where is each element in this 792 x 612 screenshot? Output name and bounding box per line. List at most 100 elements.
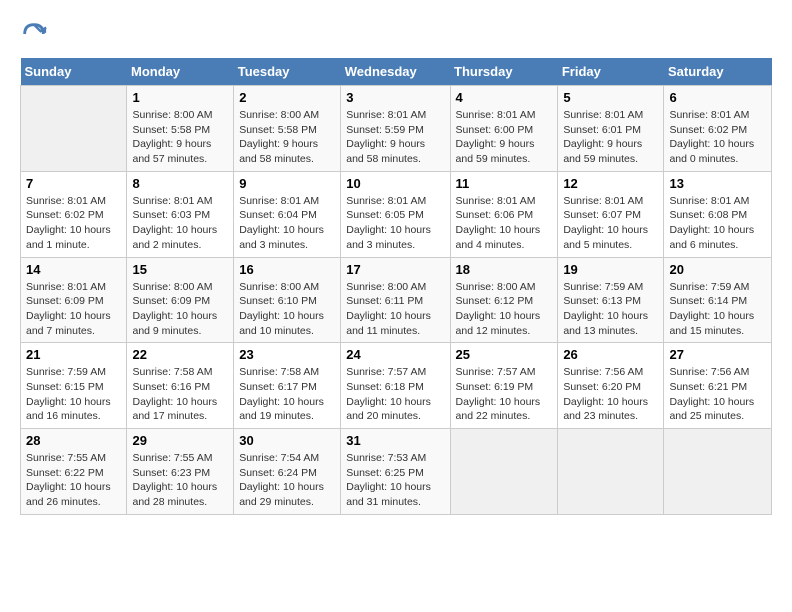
day-info: Sunrise: 8:00 AMSunset: 6:09 PMDaylight:… xyxy=(132,280,228,339)
column-header-wednesday: Wednesday xyxy=(341,58,450,86)
day-info: Sunrise: 7:55 AMSunset: 6:22 PMDaylight:… xyxy=(26,451,121,510)
day-info: Sunrise: 8:00 AMSunset: 5:58 PMDaylight:… xyxy=(239,108,335,167)
day-info: Sunrise: 8:00 AMSunset: 5:58 PMDaylight:… xyxy=(132,108,228,167)
day-number: 15 xyxy=(132,262,228,277)
calendar-cell: 25 Sunrise: 7:57 AMSunset: 6:19 PMDayligh… xyxy=(450,343,558,429)
calendar-cell: 2Sunrise: 8:00 AMSunset: 5:58 PMDaylight… xyxy=(234,86,341,172)
calendar-cell: 23 Sunrise: 7:58 AMSunset: 6:17 PMDayligh… xyxy=(234,343,341,429)
day-info: Sunrise: 8:01 AMSunset: 6:05 PMDaylight:… xyxy=(346,194,444,253)
calendar-cell: 30 Sunrise: 7:54 AMSunset: 6:24 PMDayligh… xyxy=(234,429,341,515)
day-number: 12 xyxy=(563,176,658,191)
calendar-cell: 8 Sunrise: 8:01 AMSunset: 6:03 PMDaylight… xyxy=(127,171,234,257)
calendar-table: SundayMondayTuesdayWednesdayThursdayFrid… xyxy=(20,58,772,515)
day-info: Sunrise: 7:57 AMSunset: 6:19 PMDaylight:… xyxy=(456,365,553,424)
day-number: 22 xyxy=(132,347,228,362)
calendar-week-row: 7 Sunrise: 8:01 AMSunset: 6:02 PMDaylight… xyxy=(21,171,772,257)
day-number: 19 xyxy=(563,262,658,277)
day-number: 14 xyxy=(26,262,121,277)
day-number: 23 xyxy=(239,347,335,362)
day-number: 17 xyxy=(346,262,444,277)
calendar-cell: 29 Sunrise: 7:55 AMSunset: 6:23 PMDayligh… xyxy=(127,429,234,515)
day-number: 1 xyxy=(132,90,228,105)
calendar-cell xyxy=(664,429,772,515)
day-number: 29 xyxy=(132,433,228,448)
day-info: Sunrise: 8:01 AMSunset: 6:09 PMDaylight:… xyxy=(26,280,121,339)
day-info: Sunrise: 8:00 AMSunset: 6:10 PMDaylight:… xyxy=(239,280,335,339)
day-info: Sunrise: 7:58 AMSunset: 6:17 PMDaylight:… xyxy=(239,365,335,424)
calendar-cell: 26 Sunrise: 7:56 AMSunset: 6:20 PMDayligh… xyxy=(558,343,664,429)
column-header-tuesday: Tuesday xyxy=(234,58,341,86)
day-number: 7 xyxy=(26,176,121,191)
day-info: Sunrise: 7:59 AMSunset: 6:13 PMDaylight:… xyxy=(563,280,658,339)
calendar-cell: 21Sunrise: 7:59 AMSunset: 6:15 PMDayligh… xyxy=(21,343,127,429)
day-number: 11 xyxy=(456,176,553,191)
day-info: Sunrise: 7:56 AMSunset: 6:21 PMDaylight:… xyxy=(669,365,766,424)
day-info: Sunrise: 7:58 AMSunset: 6:16 PMDaylight:… xyxy=(132,365,228,424)
calendar-cell: 11Sunrise: 8:01 AMSunset: 6:06 PMDayligh… xyxy=(450,171,558,257)
calendar-cell: 24Sunrise: 7:57 AMSunset: 6:18 PMDayligh… xyxy=(341,343,450,429)
day-info: Sunrise: 7:59 AMSunset: 6:15 PMDaylight:… xyxy=(26,365,121,424)
day-info: Sunrise: 7:59 AMSunset: 6:14 PMDaylight:… xyxy=(669,280,766,339)
day-info: Sunrise: 8:01 AMSunset: 6:03 PMDaylight:… xyxy=(132,194,228,253)
calendar-cell xyxy=(450,429,558,515)
day-number: 18 xyxy=(456,262,553,277)
calendar-cell: 7 Sunrise: 8:01 AMSunset: 6:02 PMDaylight… xyxy=(21,171,127,257)
calendar-cell: 12 Sunrise: 8:01 AMSunset: 6:07 PMDayligh… xyxy=(558,171,664,257)
calendar-cell: 9Sunrise: 8:01 AMSunset: 6:04 PMDaylight… xyxy=(234,171,341,257)
calendar-cell: 17Sunrise: 8:00 AMSunset: 6:11 PMDayligh… xyxy=(341,257,450,343)
calendar-cell: 22 Sunrise: 7:58 AMSunset: 6:16 PMDayligh… xyxy=(127,343,234,429)
day-number: 27 xyxy=(669,347,766,362)
calendar-week-row: 14 Sunrise: 8:01 AMSunset: 6:09 PMDayligh… xyxy=(21,257,772,343)
calendar-cell: 20 Sunrise: 7:59 AMSunset: 6:14 PMDayligh… xyxy=(664,257,772,343)
logo xyxy=(20,20,52,48)
day-info: Sunrise: 8:01 AMSunset: 6:01 PMDaylight:… xyxy=(563,108,658,167)
day-number: 20 xyxy=(669,262,766,277)
calendar-cell: 1 Sunrise: 8:00 AMSunset: 5:58 PMDaylight… xyxy=(127,86,234,172)
calendar-week-row: 21Sunrise: 7:59 AMSunset: 6:15 PMDayligh… xyxy=(21,343,772,429)
day-info: Sunrise: 8:01 AMSunset: 6:00 PMDaylight:… xyxy=(456,108,553,167)
day-number: 31 xyxy=(346,433,444,448)
day-info: Sunrise: 8:01 AMSunset: 5:59 PMDaylight:… xyxy=(346,108,444,167)
calendar-cell: 19 Sunrise: 7:59 AMSunset: 6:13 PMDayligh… xyxy=(558,257,664,343)
calendar-cell: 31 Sunrise: 7:53 AMSunset: 6:25 PMDayligh… xyxy=(341,429,450,515)
calendar-cell: 4 Sunrise: 8:01 AMSunset: 6:00 PMDaylight… xyxy=(450,86,558,172)
column-header-friday: Friday xyxy=(558,58,664,86)
page-header xyxy=(20,20,772,48)
day-info: Sunrise: 8:01 AMSunset: 6:07 PMDaylight:… xyxy=(563,194,658,253)
calendar-cell: 3Sunrise: 8:01 AMSunset: 5:59 PMDaylight… xyxy=(341,86,450,172)
logo-icon xyxy=(20,20,48,48)
calendar-cell: 28Sunrise: 7:55 AMSunset: 6:22 PMDayligh… xyxy=(21,429,127,515)
calendar-week-row: 1 Sunrise: 8:00 AMSunset: 5:58 PMDaylight… xyxy=(21,86,772,172)
calendar-cell: 14 Sunrise: 8:01 AMSunset: 6:09 PMDayligh… xyxy=(21,257,127,343)
calendar-cell: 6 Sunrise: 8:01 AMSunset: 6:02 PMDaylight… xyxy=(664,86,772,172)
day-number: 4 xyxy=(456,90,553,105)
day-number: 16 xyxy=(239,262,335,277)
day-info: Sunrise: 7:56 AMSunset: 6:20 PMDaylight:… xyxy=(563,365,658,424)
day-info: Sunrise: 8:01 AMSunset: 6:02 PMDaylight:… xyxy=(669,108,766,167)
calendar-week-row: 28Sunrise: 7:55 AMSunset: 6:22 PMDayligh… xyxy=(21,429,772,515)
column-header-monday: Monday xyxy=(127,58,234,86)
day-number: 25 xyxy=(456,347,553,362)
calendar-cell: 16 Sunrise: 8:00 AMSunset: 6:10 PMDayligh… xyxy=(234,257,341,343)
day-info: Sunrise: 8:01 AMSunset: 6:04 PMDaylight:… xyxy=(239,194,335,253)
calendar-cell: 18 Sunrise: 8:00 AMSunset: 6:12 PMDayligh… xyxy=(450,257,558,343)
day-info: Sunrise: 7:55 AMSunset: 6:23 PMDaylight:… xyxy=(132,451,228,510)
day-number: 24 xyxy=(346,347,444,362)
calendar-header-row: SundayMondayTuesdayWednesdayThursdayFrid… xyxy=(21,58,772,86)
day-info: Sunrise: 7:54 AMSunset: 6:24 PMDaylight:… xyxy=(239,451,335,510)
calendar-cell xyxy=(558,429,664,515)
calendar-cell: 27 Sunrise: 7:56 AMSunset: 6:21 PMDayligh… xyxy=(664,343,772,429)
day-number: 26 xyxy=(563,347,658,362)
day-info: Sunrise: 8:01 AMSunset: 6:02 PMDaylight:… xyxy=(26,194,121,253)
column-header-saturday: Saturday xyxy=(664,58,772,86)
day-info: Sunrise: 7:53 AMSunset: 6:25 PMDaylight:… xyxy=(346,451,444,510)
calendar-cell xyxy=(21,86,127,172)
day-number: 10 xyxy=(346,176,444,191)
day-number: 8 xyxy=(132,176,228,191)
calendar-cell: 5Sunrise: 8:01 AMSunset: 6:01 PMDaylight… xyxy=(558,86,664,172)
column-header-thursday: Thursday xyxy=(450,58,558,86)
day-info: Sunrise: 8:00 AMSunset: 6:12 PMDaylight:… xyxy=(456,280,553,339)
calendar-cell: 15 Sunrise: 8:00 AMSunset: 6:09 PMDayligh… xyxy=(127,257,234,343)
day-number: 6 xyxy=(669,90,766,105)
day-number: 30 xyxy=(239,433,335,448)
